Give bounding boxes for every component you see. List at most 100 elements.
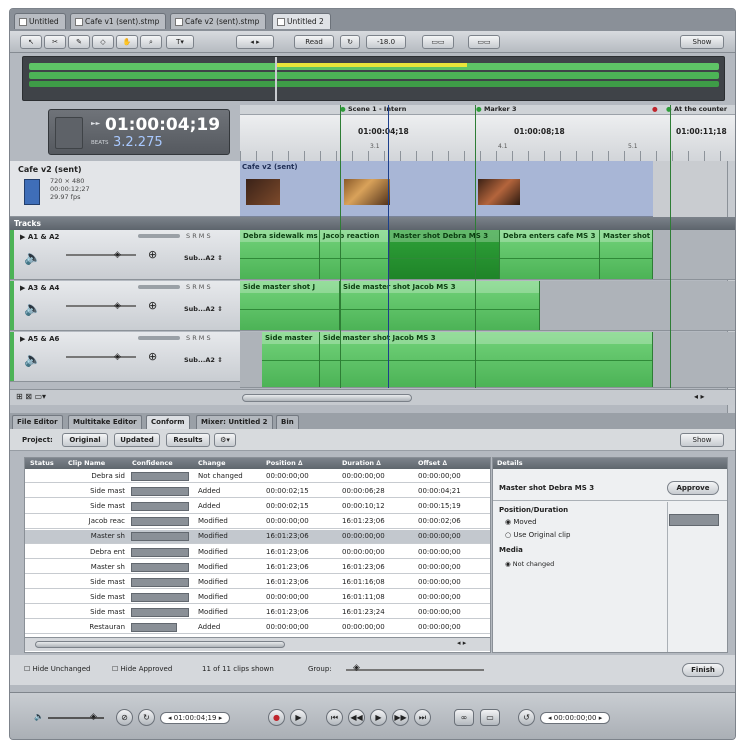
volume-knob-icon[interactable]: ◈ [114,301,121,311]
text-tool-icon[interactable]: T▾ [166,35,194,49]
tab-conform[interactable]: Conform [146,415,190,429]
show-menu-conform[interactable]: Show [680,433,724,447]
column-confidence[interactable]: Confidence [129,458,173,469]
snap-toggle-icon[interactable]: ▭▭ [468,35,500,49]
updated-button[interactable]: Updated [114,433,160,447]
table-scrollbar[interactable]: ◂ ▸ [25,637,490,651]
output-select[interactable]: Sub...A2 ⇕ [184,254,223,262]
hide-unchanged-checkbox[interactable]: ☐ Hide Unchanged [24,665,90,673]
timeline-overview[interactable] [22,56,725,101]
audio-clip[interactable]: Side master shot Jacob MS 3 [340,281,540,330]
audio-clip[interactable]: Side master [262,332,320,387]
pointer-tool-icon[interactable]: ↖ [20,35,42,49]
moved-radio[interactable]: ◉ Moved [505,518,537,526]
go-to-start-button[interactable]: ⏮ [326,709,343,726]
use-original-radio[interactable]: ○ Use Original clip [505,531,570,539]
volume-slider[interactable] [66,305,136,307]
finish-button[interactable]: Finish [682,663,724,677]
track-height-slider[interactable] [138,234,180,238]
group-slider-knob-icon[interactable]: ◈ [353,663,360,673]
timecode-display[interactable]: ►► 01:00:04;19 BEATS 3.2.275 [48,109,230,155]
volume-slider[interactable] [66,254,136,256]
table-row[interactable]: Restauran Added 00:00:00;00 00:00:00;00 00:0… [25,621,490,635]
show-menu[interactable]: Show [680,35,724,49]
table-row[interactable]: Master sh Modified 16:01:23;06 00:00:00;00 0… [25,530,490,544]
column-duration[interactable]: Duration ∆ [339,458,381,469]
column-position[interactable]: Position ∆ [263,458,303,469]
scrub-icon[interactable]: ⊘ [116,709,133,726]
column-status[interactable]: Status [27,458,54,469]
doc-tab-untitled-2[interactable]: Untitled 2 [272,13,331,29]
table-row[interactable]: Debra ent Modified 16:01:23;06 00:00:00;00 0… [25,546,490,559]
marker-red-icon[interactable]: ● [652,105,658,113]
table-row[interactable]: Side mast Added 00:00:02;15 00:00:10;12 00:0… [25,500,490,514]
zoom-tool-icon[interactable]: ⌕ [140,35,162,49]
track-lane-a3-a4[interactable]: Side master shot J Side master shot Jaco… [240,281,735,331]
duration-sync-icon[interactable]: ↺ [518,709,535,726]
column-offset[interactable]: Offset ∆ [415,458,447,469]
table-row[interactable]: Side mast Modified 16:01:23;06 16:01:16;08 0… [25,576,490,590]
output-select[interactable]: Sub...A2 ⇕ [184,305,223,313]
doc-tab-untitled[interactable]: Untitled [14,13,66,29]
table-row[interactable]: Jacob reac Modified 00:00:00;00 16:01:23;06… [25,515,490,529]
pan-knob-icon[interactable]: ⊕ [148,248,157,261]
marker-scene-1[interactable]: ● Scene 1 - Intern [340,105,406,113]
pan-knob-icon[interactable]: ⊕ [148,350,157,363]
playhead[interactable] [388,105,389,388]
view-toggle-icon[interactable]: ▭▭ [422,35,454,49]
pan-knob-icon[interactable]: ⊕ [148,299,157,312]
table-row[interactable]: Master sh Modified 16:01:23;06 16:01:23;06 0… [25,561,490,574]
transport-timecode[interactable]: ◂ 01:00:04;19 ▸ [160,712,231,724]
automation-mode-select[interactable]: Read [294,35,334,49]
column-change[interactable]: Change [195,458,225,469]
marker-3[interactable]: ● Marker 3 [476,105,517,113]
eraser-tool-icon[interactable]: ◇ [92,35,114,49]
audio-clip[interactable]: Side master shot Jacob MS 3 [320,332,653,387]
track-lane-a5-a6[interactable]: Side master Side master shot Jacob MS 3 [240,332,735,388]
track-lane-a1-a2[interactable]: Debra sidewalk ms Jacob reaction Master … [240,230,735,280]
table-scrollbar-thumb[interactable] [35,641,285,648]
table-row[interactable]: Side mast Modified 00:00:00;00 16:01:11;08 0… [25,591,490,605]
grid-icon[interactable]: ⊞ ⊠ ▭▾ [16,392,46,401]
doc-tab-cafe-v2[interactable]: Cafe v2 (sent).stmp [170,13,267,29]
column-clip-name[interactable]: Clip Name [65,458,105,469]
tab-mixer[interactable]: Mixer: Untitled 2 [196,415,273,429]
tracks-header[interactable]: Tracks [10,217,735,230]
rewind-button[interactable]: ◀◀ [348,709,365,726]
scroll-arrows-icon[interactable]: ◂ ▸ [694,392,705,401]
approve-button[interactable]: Approve [667,481,719,495]
volume-slider[interactable] [66,356,136,358]
audio-clip[interactable]: Debra sidewalk ms [240,230,320,279]
output-select[interactable]: Sub...A2 ⇕ [184,356,223,364]
cycle-icon[interactable]: ↻ [138,709,155,726]
action-menu-icon[interactable]: ⚙▾ [214,433,236,447]
volume-knob-icon[interactable]: ◈ [114,352,121,362]
pen-tool-icon[interactable]: ✎ [68,35,90,49]
marker-at-counter[interactable]: ● At the counter [666,105,727,113]
transport-duration[interactable]: ◂ 00:00:00;00 ▸ [540,712,611,724]
table-row[interactable]: Side mast Modified 16:01:23;06 16:01:23;24 0… [25,606,490,620]
go-to-end-button[interactable]: ⏭ [414,709,431,726]
loop-playback-icon[interactable]: ∞ [454,709,474,726]
time-ruler[interactable]: ● Scene 1 - Intern ● Marker 3 ● ● At the… [240,105,735,161]
track-height-slider[interactable] [138,336,180,340]
volume-knob-icon[interactable]: ◈ [114,250,121,260]
track-header-a1-a2[interactable]: ▶ A1 & A2 S R M S 🔈 ◈ ⊕ Sub...A2 ⇕ [10,230,240,280]
audio-clip[interactable]: Side master shot J [240,281,340,330]
audio-clip-selected[interactable]: Master shot Debra MS 3 [390,230,500,279]
audio-clip[interactable]: Jacob reaction [320,230,390,279]
hide-approved-checkbox[interactable]: ☐ Hide Approved [112,665,172,673]
monitor-icon[interactable]: ▭ [480,709,500,726]
track-height-slider[interactable] [138,285,180,289]
play-selection-button[interactable]: ▶ [290,709,307,726]
results-button[interactable]: Results [166,433,210,447]
doc-tab-cafe-v1[interactable]: Cafe v1 (sent).stmp [70,13,167,29]
group-slider[interactable] [346,669,484,671]
razor-tool-icon[interactable]: ✂ [44,35,66,49]
table-row[interactable]: Side mast Added 00:00:02;15 00:00:06;28 00:0… [25,485,490,499]
play-button[interactable]: ▶ [370,709,387,726]
hand-tool-icon[interactable]: ✋ [116,35,138,49]
track-flags[interactable]: S R M S [186,334,211,342]
fast-forward-button[interactable]: ▶▶ [392,709,409,726]
master-volume-knob-icon[interactable]: ◈ [90,712,97,722]
